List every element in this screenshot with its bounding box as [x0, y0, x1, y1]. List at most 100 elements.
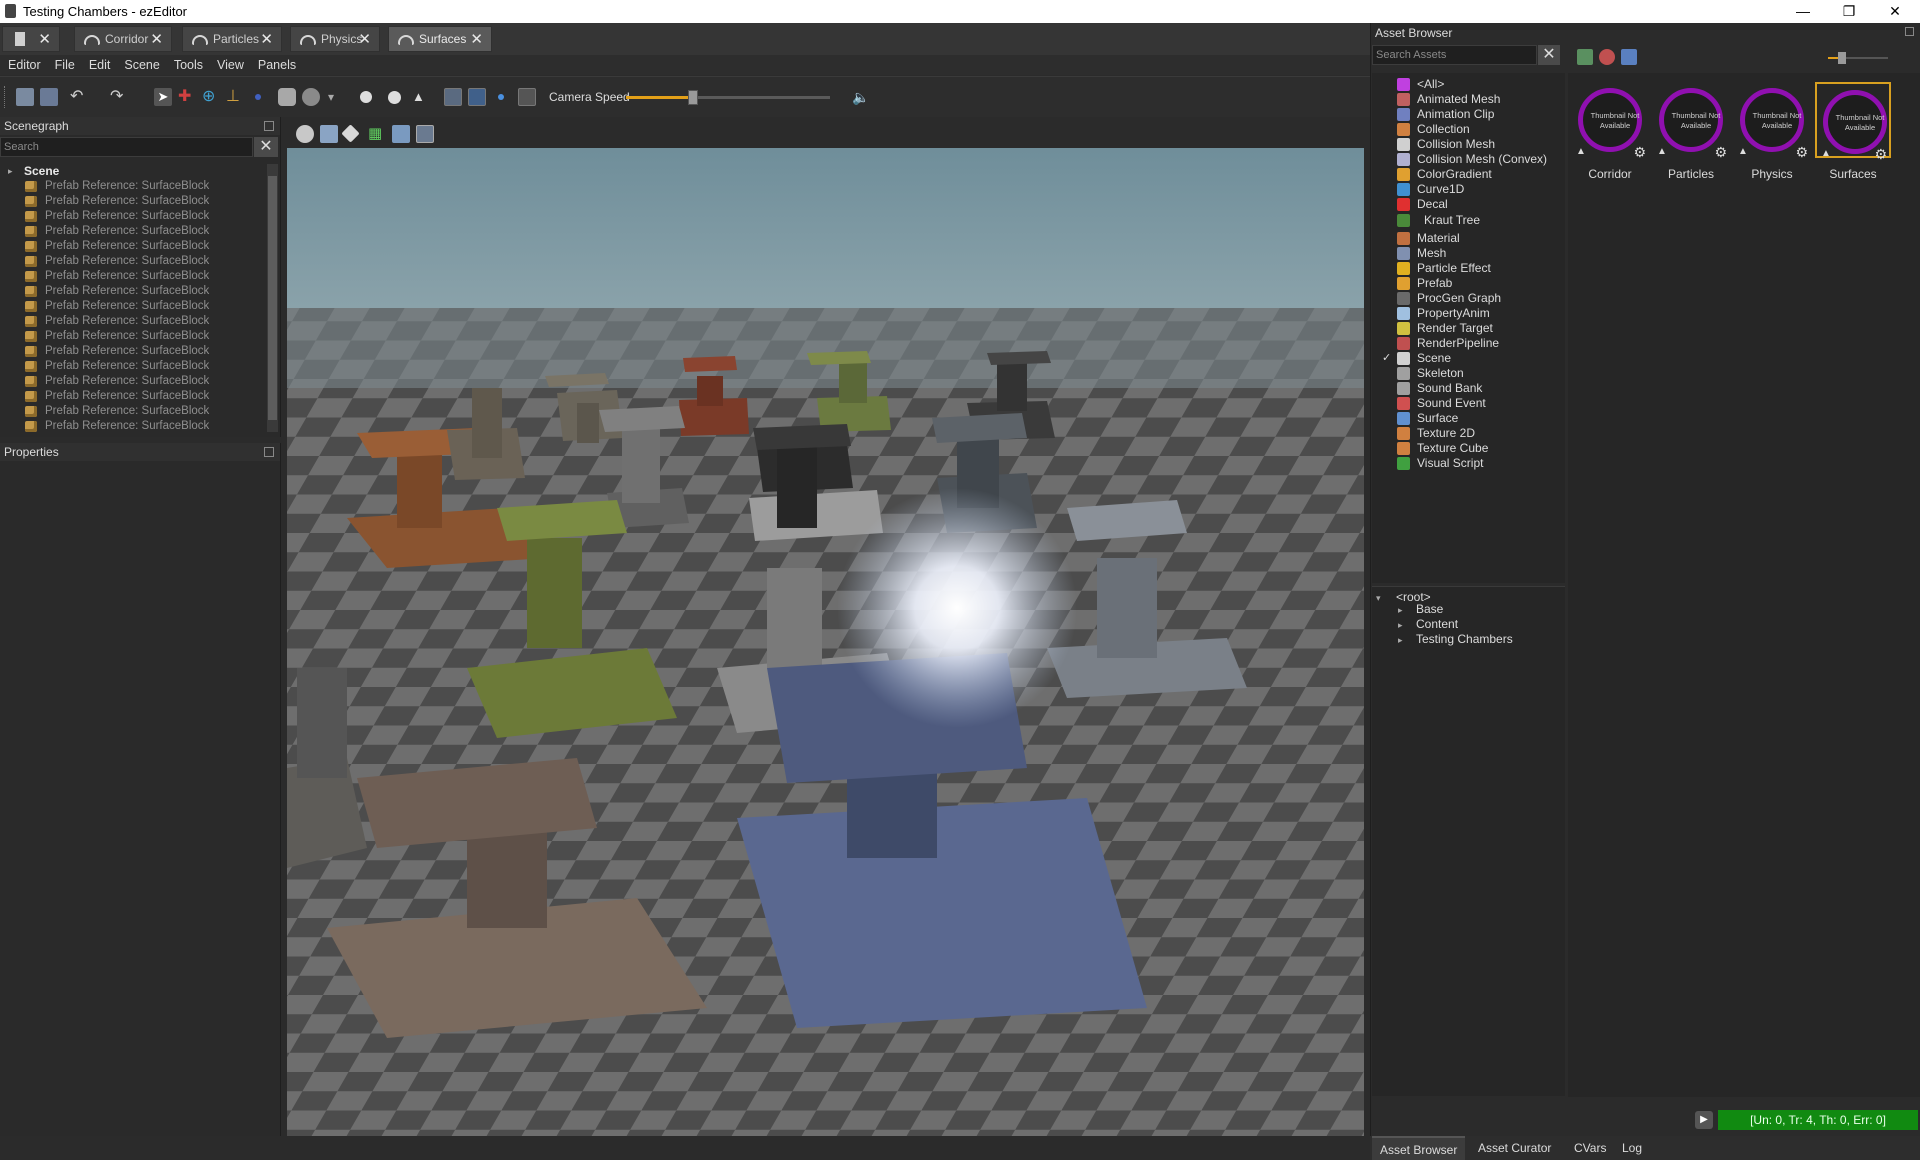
minimize-button[interactable]: —: [1780, 0, 1826, 23]
tree-item-prefab-reference[interactable]: Prefab Reference: SurfaceBlock: [0, 284, 266, 299]
tree-item-prefab-reference[interactable]: Prefab Reference: SurfaceBlock: [0, 179, 266, 194]
folder-testing-chambers[interactable]: Testing Chambers: [1416, 632, 1513, 646]
menu-panels[interactable]: Panels: [258, 55, 296, 75]
tree-item-prefab-reference[interactable]: Prefab Reference: SurfaceBlock: [0, 359, 266, 374]
tab-particles[interactable]: Particles ✕: [182, 26, 282, 52]
tree-item-prefab-reference[interactable]: Prefab Reference: SurfaceBlock: [0, 194, 266, 209]
select-tool-icon[interactable]: ➤: [154, 88, 172, 106]
asset-search-input[interactable]: Search Assets: [1372, 45, 1537, 65]
asset-info-icon[interactable]: [1621, 49, 1637, 65]
tab-corridor[interactable]: Corridor ✕: [74, 26, 172, 52]
tree-item-prefab-reference[interactable]: Prefab Reference: SurfaceBlock: [0, 374, 266, 389]
menu-tools[interactable]: Tools: [174, 55, 203, 75]
float-panel-icon[interactable]: [1905, 27, 1914, 36]
tree-item-prefab-reference[interactable]: Prefab Reference: SurfaceBlock: [0, 344, 266, 359]
menu-scene[interactable]: Scene: [124, 55, 159, 75]
play-mode-icon[interactable]: [360, 91, 372, 103]
render-mode-icon[interactable]: [320, 125, 338, 143]
asset-thumbnail-physics[interactable]: Thumbnail Not Available ▲ ⚙ Physics: [1733, 81, 1811, 181]
tab-asset-browser[interactable]: Asset Browser: [1372, 1136, 1466, 1160]
expand-arrow-icon[interactable]: ▸: [8, 164, 13, 179]
tree-item-prefab-reference[interactable]: Prefab Reference: SurfaceBlock: [0, 224, 266, 239]
asset-thumbnail-particles[interactable]: Thumbnail Not Available ▲ ⚙ Particles: [1652, 81, 1730, 181]
thumbnail-size-handle[interactable]: [1838, 52, 1846, 64]
close-icon[interactable]: ✕: [38, 30, 51, 48]
clear-search-button[interactable]: ✕: [254, 137, 278, 157]
save-icon[interactable]: [16, 88, 34, 106]
sphere-icon[interactable]: [302, 88, 320, 106]
grid-snap-icon[interactable]: [444, 88, 462, 106]
close-window-button[interactable]: ✕: [1872, 0, 1918, 23]
tree-item-prefab-reference[interactable]: Prefab Reference: SurfaceBlock: [0, 389, 266, 404]
simulate-icon[interactable]: [388, 91, 401, 104]
tree-item-prefab-reference[interactable]: Prefab Reference: SurfaceBlock: [0, 404, 266, 419]
drag-to-position-icon[interactable]: [255, 94, 261, 100]
menu-edit[interactable]: Edit: [89, 55, 111, 75]
close-icon[interactable]: ✕: [358, 30, 371, 48]
tree-item-prefab-reference[interactable]: Prefab Reference: SurfaceBlock: [0, 314, 266, 329]
tree-item-prefab-reference[interactable]: Prefab Reference: SurfaceBlock: [0, 419, 266, 432]
gizmo-cube-icon[interactable]: [278, 88, 296, 106]
expand-arrow-icon[interactable]: ▾: [1376, 593, 1381, 604]
transform-assets-icon[interactable]: [1599, 49, 1615, 65]
mute-sound-icon[interactable]: 🔈: [852, 88, 870, 106]
menu-view[interactable]: View: [217, 55, 244, 75]
expand-arrow-icon[interactable]: ▸: [1398, 635, 1403, 646]
scenegraph-search-input[interactable]: Search: [0, 137, 253, 157]
screenshot-icon[interactable]: [392, 125, 410, 143]
scale-tool-icon[interactable]: ⊥: [226, 88, 244, 106]
viewport-square-icon[interactable]: [518, 88, 536, 106]
close-icon[interactable]: ✕: [150, 30, 163, 48]
close-icon[interactable]: ✕: [260, 30, 273, 48]
dot-icon[interactable]: [498, 94, 504, 100]
asset-type-filter-item[interactable]: Kraut Tree: [1372, 211, 1565, 229]
float-panel-icon[interactable]: [264, 121, 274, 131]
asset-type-filter-item[interactable]: Visual Script: [1372, 454, 1565, 472]
folder-base[interactable]: Base: [1416, 602, 1443, 616]
tab-surfaces[interactable]: Surfaces ✕: [388, 26, 492, 52]
tab-physics[interactable]: Physics ✕: [290, 26, 380, 52]
tree-item-prefab-reference[interactable]: Prefab Reference: SurfaceBlock: [0, 299, 266, 314]
eye-icon[interactable]: [296, 125, 314, 143]
translate-tool-icon[interactable]: ✚: [178, 88, 196, 106]
tree-item-prefab-reference[interactable]: Prefab Reference: SurfaceBlock: [0, 209, 266, 224]
tab-cvars[interactable]: CVars: [1566, 1136, 1614, 1160]
folder-content[interactable]: Content: [1416, 617, 1458, 631]
undo-icon[interactable]: ↶: [70, 88, 88, 106]
rotate-tool-icon[interactable]: ⊕: [202, 88, 220, 106]
tree-item-prefab-reference[interactable]: Prefab Reference: SurfaceBlock: [0, 269, 266, 284]
redo-icon[interactable]: ↷: [110, 88, 128, 106]
tree-item-prefab-reference[interactable]: Prefab Reference: SurfaceBlock: [0, 329, 266, 344]
tab-editor[interactable]: ✕: [2, 26, 60, 52]
menu-file[interactable]: File: [55, 55, 75, 75]
expand-arrow-icon[interactable]: ▸: [1398, 605, 1403, 616]
camera-speed-handle[interactable]: [688, 90, 699, 105]
play-status-button[interactable]: ▶: [1695, 1111, 1713, 1129]
scene-play-icon[interactable]: ▲: [412, 88, 430, 106]
tab-log[interactable]: Log: [1614, 1136, 1650, 1160]
save-all-icon[interactable]: [40, 88, 58, 106]
menu-editor[interactable]: Editor: [8, 55, 41, 75]
restore-button[interactable]: ❐: [1826, 0, 1872, 23]
import-asset-icon[interactable]: [1577, 49, 1593, 65]
clear-asset-search-button[interactable]: ✕: [1538, 45, 1560, 65]
tree-item-prefab-reference[interactable]: Prefab Reference: SurfaceBlock: [0, 239, 266, 254]
tree-root-scene[interactable]: ▸ Scene: [0, 164, 266, 179]
float-panel-icon[interactable]: [264, 447, 274, 457]
light-toggle-icon[interactable]: [468, 88, 486, 106]
tree-item-prefab-reference[interactable]: Prefab Reference: SurfaceBlock: [0, 254, 266, 269]
camera-speed-slider[interactable]: [626, 90, 830, 105]
scenegraph-scrollbar[interactable]: [267, 164, 278, 432]
thumbnail-size-slider[interactable]: [1828, 52, 1888, 64]
scrollbar-thumb[interactable]: [268, 176, 277, 420]
dropdown-icon[interactable]: ▾: [328, 88, 346, 106]
asset-thumbnail-corridor[interactable]: Thumbnail Not Available ▲ ⚙ Corridor: [1571, 81, 1649, 181]
asset-thumbnail-surfaces[interactable]: Thumbnail Not Available ▲ ⚙ Surfaces: [1814, 81, 1892, 181]
camera-settings-icon[interactable]: [416, 125, 434, 143]
tab-asset-curator[interactable]: Asset Curator: [1470, 1136, 1559, 1160]
tag-icon[interactable]: [341, 124, 360, 143]
close-icon[interactable]: ✕: [470, 30, 483, 48]
expand-arrow-icon[interactable]: ▸: [1398, 620, 1403, 631]
fullscreen-icon[interactable]: ▦: [368, 125, 386, 143]
scene-viewport[interactable]: [287, 148, 1364, 1136]
